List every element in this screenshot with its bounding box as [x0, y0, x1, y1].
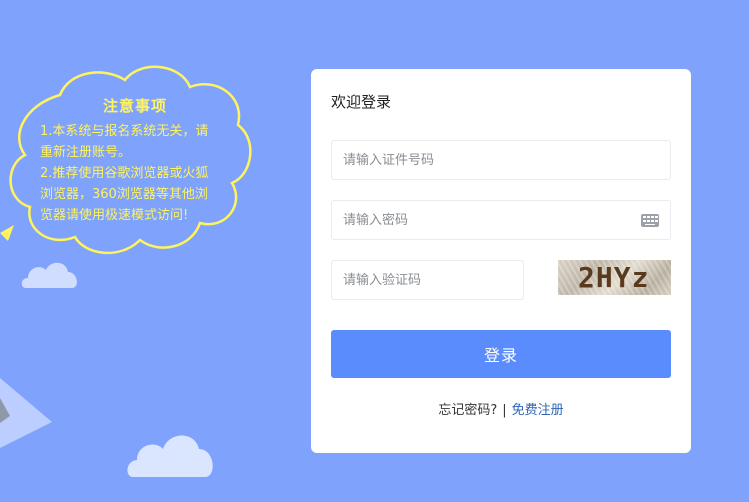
notice-line: 重新注册账号。	[40, 145, 132, 160]
notice-panel: 注意事项 1.本系统与报名系统无关，请 重新注册账号。 2.推荐使用谷歌浏览器或…	[40, 96, 230, 226]
register-link[interactable]: 免费注册	[512, 403, 564, 418]
login-button[interactable]: 登录	[331, 330, 671, 378]
plane-decoration	[0, 378, 52, 448]
password-field-wrapper	[331, 200, 671, 240]
notice-title: 注意事项	[102, 97, 167, 115]
keyboard-icon[interactable]	[641, 214, 659, 227]
login-title: 欢迎登录	[331, 93, 392, 111]
login-card: 欢迎登录 2HYz 登录 忘记密码? | 免费注册	[311, 69, 691, 453]
notice-line: 览器请使用极速模式访问!	[40, 208, 189, 223]
cloud-bottom-decoration	[127, 435, 213, 477]
id-number-field-wrapper	[331, 140, 671, 180]
captcha-image[interactable]: 2HYz	[558, 260, 671, 295]
notice-line: 1.本系统与报名系统无关，请	[40, 124, 209, 139]
link-separator: |	[502, 403, 507, 418]
captcha-input[interactable]	[332, 261, 523, 299]
forgot-password-link[interactable]: 忘记密码?	[438, 403, 497, 418]
captcha-field-wrapper	[331, 260, 524, 300]
cloud-left-decoration	[21, 262, 77, 288]
password-input[interactable]	[332, 201, 670, 239]
id-number-input[interactable]	[332, 141, 670, 179]
notice-line: 2.推荐使用谷歌浏览器或火狐	[40, 166, 209, 181]
login-links: 忘记密码? | 免费注册	[311, 399, 691, 418]
notice-line: 浏览器，360浏览器等其他浏	[40, 187, 208, 202]
captcha-text: 2HYz	[578, 261, 650, 294]
